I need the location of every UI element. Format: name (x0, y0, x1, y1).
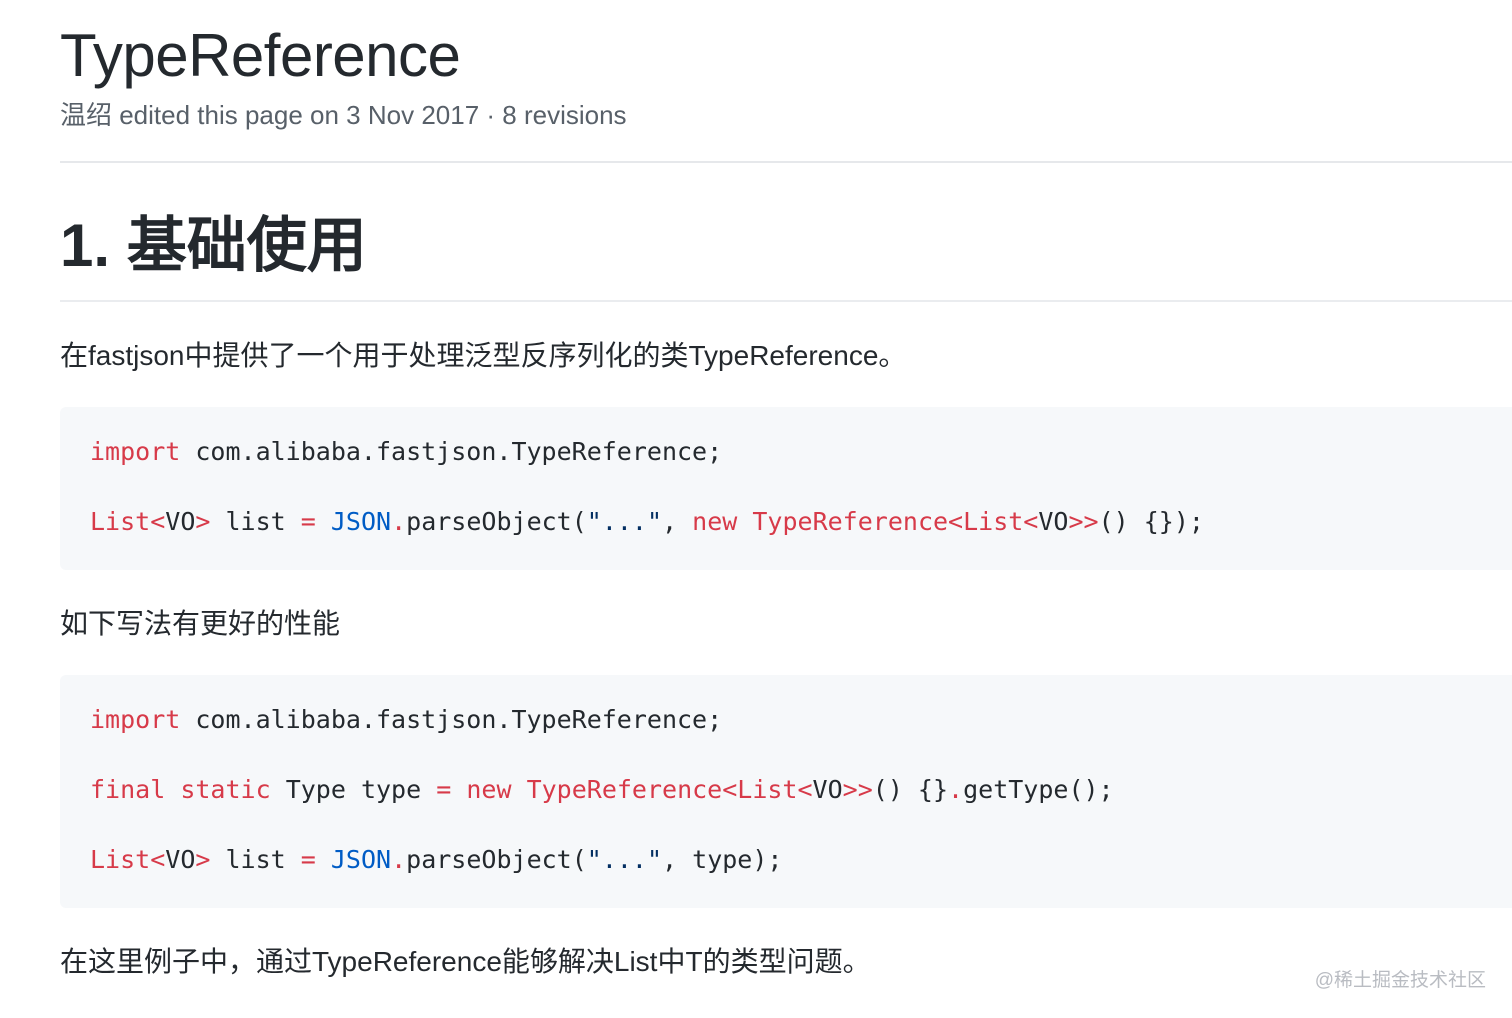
code-operator: = (436, 775, 452, 804)
section-heading: 1. 基础使用 (60, 212, 367, 279)
code-type: List< (90, 507, 166, 536)
code-line: final static Type type = new TypeReferen… (90, 773, 1114, 807)
code-text: parseObject( (406, 845, 587, 874)
code-line: List<VO> list = JSON.parseObject("...", … (90, 505, 1204, 539)
section-divider (60, 300, 1512, 302)
code-line: import com.alibaba.fastjson.TypeReferenc… (90, 435, 722, 469)
code-string: "..." (586, 845, 663, 874)
code-line: List<VO> list = JSON.parseObject("...", … (90, 843, 782, 877)
code-operator: . (391, 507, 407, 536)
page-edit-meta: 温绍 edited this page on 3 Nov 2017 · 8 re… (60, 100, 627, 130)
code-text: () {}); (1098, 507, 1204, 536)
code-class: JSON (330, 507, 392, 536)
code-type: TypeReference<List< (752, 507, 1039, 536)
code-text: , (662, 507, 693, 536)
code-type: TypeReference<List< (526, 775, 813, 804)
code-keyword: new (692, 507, 738, 536)
code-keyword: import (90, 705, 181, 734)
code-block-performance: import com.alibaba.fastjson.TypeReferenc… (60, 675, 1512, 908)
middle-paragraph: 如下写法有更好的性能 (60, 608, 341, 639)
wiki-page: TypeReference 温绍 edited this page on 3 N… (0, 0, 1512, 1018)
code-type: List< (90, 845, 166, 874)
code-text: list (210, 507, 301, 536)
code-keyword: new (466, 775, 512, 804)
code-text: getType(); (963, 775, 1114, 804)
code-operator: . (948, 775, 964, 804)
code-operator: = (300, 845, 316, 874)
code-type: >> (842, 775, 873, 804)
code-text: Type type (270, 775, 437, 804)
code-text: VO (1038, 507, 1069, 536)
code-text: com.alibaba.fastjson.TypeReference; (180, 705, 723, 734)
code-type: > (195, 507, 211, 536)
intro-paragraph: 在fastjson中提供了一个用于处理泛型反序列化的类TypeReference… (60, 340, 907, 371)
code-type: > (195, 845, 211, 874)
code-keyword: static (180, 775, 271, 804)
conclusion-paragraph: 在这里例子中，通过TypeReference能够解决List中T的类型问题。 (60, 946, 871, 977)
code-operator: = (300, 507, 316, 536)
page-title: TypeReference (60, 22, 461, 89)
code-text: VO (812, 775, 843, 804)
code-text: , type); (662, 845, 783, 874)
code-type: >> (1068, 507, 1099, 536)
code-keyword: import (90, 437, 181, 466)
code-text: () {} (872, 775, 949, 804)
code-operator: . (391, 845, 407, 874)
code-keyword: final (90, 775, 166, 804)
code-text: list (210, 845, 301, 874)
watermark: @稀土掘金技术社区 (1314, 970, 1486, 991)
title-divider (60, 161, 1512, 163)
code-text: parseObject( (406, 507, 587, 536)
code-text: VO (165, 845, 196, 874)
code-class: JSON (330, 845, 392, 874)
code-string: "..." (586, 507, 663, 536)
code-text: com.alibaba.fastjson.TypeReference; (180, 437, 723, 466)
code-block-basic: import com.alibaba.fastjson.TypeReferenc… (60, 407, 1512, 570)
code-line: import com.alibaba.fastjson.TypeReferenc… (90, 703, 722, 737)
code-text: VO (165, 507, 196, 536)
